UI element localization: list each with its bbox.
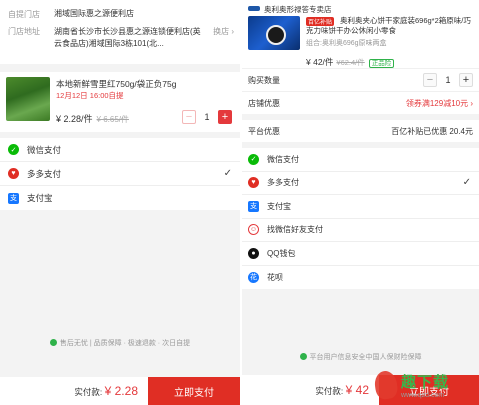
checkout-bar: 实付款: ¥ 2.28 立即支付	[0, 377, 240, 405]
selected-check-icon: ✓	[223, 168, 232, 179]
store-coupon-value: 领券满129减10元 ›	[405, 98, 473, 108]
platform-discount-value: 百亿补贴已优惠 20.4元	[391, 126, 473, 136]
watermark: 趣下载 www.qzd.com	[373, 367, 475, 403]
change-store-link[interactable]: 换店 ›	[213, 26, 234, 37]
decrease-quantity-button[interactable]: −	[182, 110, 196, 124]
service-guarantee: 售后无忧 | 品质保障 · 极速退款 · 次日自提	[0, 338, 240, 348]
quantity-stepper: − 1 +	[182, 110, 232, 124]
store-address-value: 湖南省长沙市长沙县惠之源连锁便利店(英云食品店)湘域国际3栋101(北...	[54, 27, 201, 48]
platform-discount-label: 平台优惠	[248, 126, 280, 136]
payment-label: 多多支付	[267, 178, 299, 188]
payment-option-qq-wallet[interactable]: ● QQ钱包	[242, 242, 479, 266]
genuine-insurance-badge: 正品险	[368, 59, 395, 68]
guarantee-text: 售后无忧 | 品质保障 · 极速退款 · 次日自提	[59, 340, 191, 347]
increase-quantity-button[interactable]: +	[459, 73, 473, 87]
right-order-screen: 奥利奥形禄答专卖店 奥利奥夹心饼干家庭装696g*2箱原味/巧克力味饼干办公休闲…	[242, 0, 479, 405]
pickup-time: 12月12日 16:00自提	[56, 91, 124, 100]
huabei-icon: 花	[248, 271, 259, 283]
quantity-value: 1	[445, 75, 451, 85]
quantity-value: 1	[204, 112, 210, 122]
product-image-vegetable	[6, 77, 50, 121]
payment-label: 微信支付	[27, 144, 62, 155]
selected-check-icon: ✓	[462, 177, 471, 189]
payment-label: QQ钱包	[267, 248, 296, 258]
payment-label: 微信支付	[267, 154, 299, 164]
qzd-logo-icon	[373, 369, 399, 401]
duoduo-pay-icon: ♥	[8, 168, 19, 179]
product-image-oreo	[248, 16, 300, 50]
shield-icon	[299, 353, 307, 360]
payment-option-alipay[interactable]: 支 支付宝	[0, 186, 240, 210]
quantity-stepper: − 1 +	[423, 73, 473, 87]
store-discount-label: 店铺优惠	[248, 98, 280, 108]
pickup-address-card[interactable]: 自提门店 湘域国际惠之源便利店 门店地址 湖南省长沙市长沙县惠之源连锁便利店(英…	[0, 0, 240, 64]
left-order-screen: 自提门店 湘域国际惠之源便利店 门店地址 湖南省长沙市长沙县惠之源连锁便利店(英…	[0, 0, 240, 405]
payment-label: 支付宝	[27, 193, 53, 203]
total-value: ¥ 2.28	[104, 384, 138, 398]
payment-label: 花呗	[267, 272, 283, 282]
payment-methods: ✓ 微信支付 ♥ 多多支付 ✓ 支 支付宝	[0, 138, 240, 210]
product-price: ¥ 2.28/件 ¥ 6.65/件	[56, 112, 129, 125]
unit-price: ¥ 2.28/件	[56, 114, 93, 124]
shield-icon	[49, 339, 57, 346]
payment-option-wechat[interactable]: ✓ 微信支付	[242, 148, 479, 172]
total-label: 实付款:	[74, 387, 103, 397]
payment-label: 支付宝	[267, 201, 291, 211]
total-amount: 实付款: ¥ 42	[242, 383, 379, 397]
unit-price: ¥ 42/件	[306, 57, 334, 67]
qq-wallet-icon: ●	[248, 247, 259, 259]
product-spec: 组合:奥利奥696g原味两盒	[306, 40, 387, 47]
pay-now-button[interactable]: 立即支付	[148, 377, 240, 405]
watermark-title: 趣下载	[401, 374, 450, 391]
payment-option-duoduo[interactable]: ♥ 多多支付 ✓	[0, 162, 240, 186]
pickup-store-name: 湘域国际惠之源便利店	[54, 9, 134, 18]
platform-discount-row: 平台优惠 百亿补贴已优惠 20.4元	[242, 120, 479, 142]
payment-option-alipay[interactable]: 支 支付宝	[242, 195, 479, 219]
duoduo-pay-icon: ♥	[248, 177, 259, 189]
alipay-icon: 支	[248, 200, 259, 212]
quantity-row: 购买数量 − 1 +	[242, 68, 479, 91]
pickup-store-label: 自提门店	[8, 9, 40, 19]
store-address-label: 门店地址	[8, 27, 40, 36]
subsidy-badge: 百亿补贴	[306, 17, 335, 26]
shop-product-card: 奥利奥形禄答专卖店 奥利奥夹心饼干家庭装696g*2箱原味/巧克力味饼干办公休闲…	[242, 0, 479, 68]
original-price: ¥62.4/件	[336, 58, 365, 67]
wechat-pay-icon: ✓	[248, 153, 259, 165]
payment-option-friend[interactable]: ☺ 找微信好友支付	[242, 219, 479, 242]
alipay-icon: 支	[8, 192, 19, 204]
product-card: 本地新鲜雪里红750g/袋正负75g 12月12日 16:00自提 ¥ 2.28…	[0, 72, 240, 132]
security-guarantee: 平台用户信息安全中国人保财险保障	[242, 352, 479, 362]
payment-label: 找微信好友支付	[267, 225, 323, 235]
total-label: 实付款:	[315, 386, 344, 396]
payment-option-huabei[interactable]: 花 花呗	[242, 266, 479, 290]
quantity-label: 购买数量	[248, 75, 280, 85]
watermark-url: www.qzd.com	[401, 392, 445, 399]
payment-option-wechat[interactable]: ✓ 微信支付	[0, 138, 240, 162]
total-value: ¥ 42	[345, 383, 369, 397]
shop-name-row[interactable]: 奥利奥形禄答专卖店	[248, 4, 473, 15]
payment-methods: ✓ 微信支付 ♥ 多多支付 ✓ 支 支付宝 ☺ 找微信好友支付 ● QQ钱包 花…	[242, 148, 479, 289]
oreo-logo-icon	[248, 6, 260, 11]
product-price: ¥ 42/件 ¥62.4/件 正品险	[306, 56, 395, 68]
increase-quantity-button[interactable]: +	[218, 110, 232, 124]
payment-option-duoduo[interactable]: ♥ 多多支付 ✓	[242, 172, 479, 195]
guarantee-text: 平台用户信息安全中国人保财险保障	[309, 354, 422, 361]
wechat-pay-icon: ✓	[8, 144, 19, 155]
decrease-quantity-button[interactable]: −	[423, 73, 437, 87]
total-amount: 实付款: ¥ 2.28	[0, 384, 148, 398]
friend-pay-icon: ☺	[248, 224, 259, 236]
shop-name: 奥利奥形禄答专卖店	[264, 5, 332, 14]
store-discount-row[interactable]: 店铺优惠 领券满129减10元 ›	[242, 91, 479, 114]
payment-label: 多多支付	[27, 168, 62, 179]
product-name: 本地新鲜雪里红750g/袋正负75g	[56, 79, 177, 89]
original-price: ¥ 6.65/件	[96, 115, 129, 124]
